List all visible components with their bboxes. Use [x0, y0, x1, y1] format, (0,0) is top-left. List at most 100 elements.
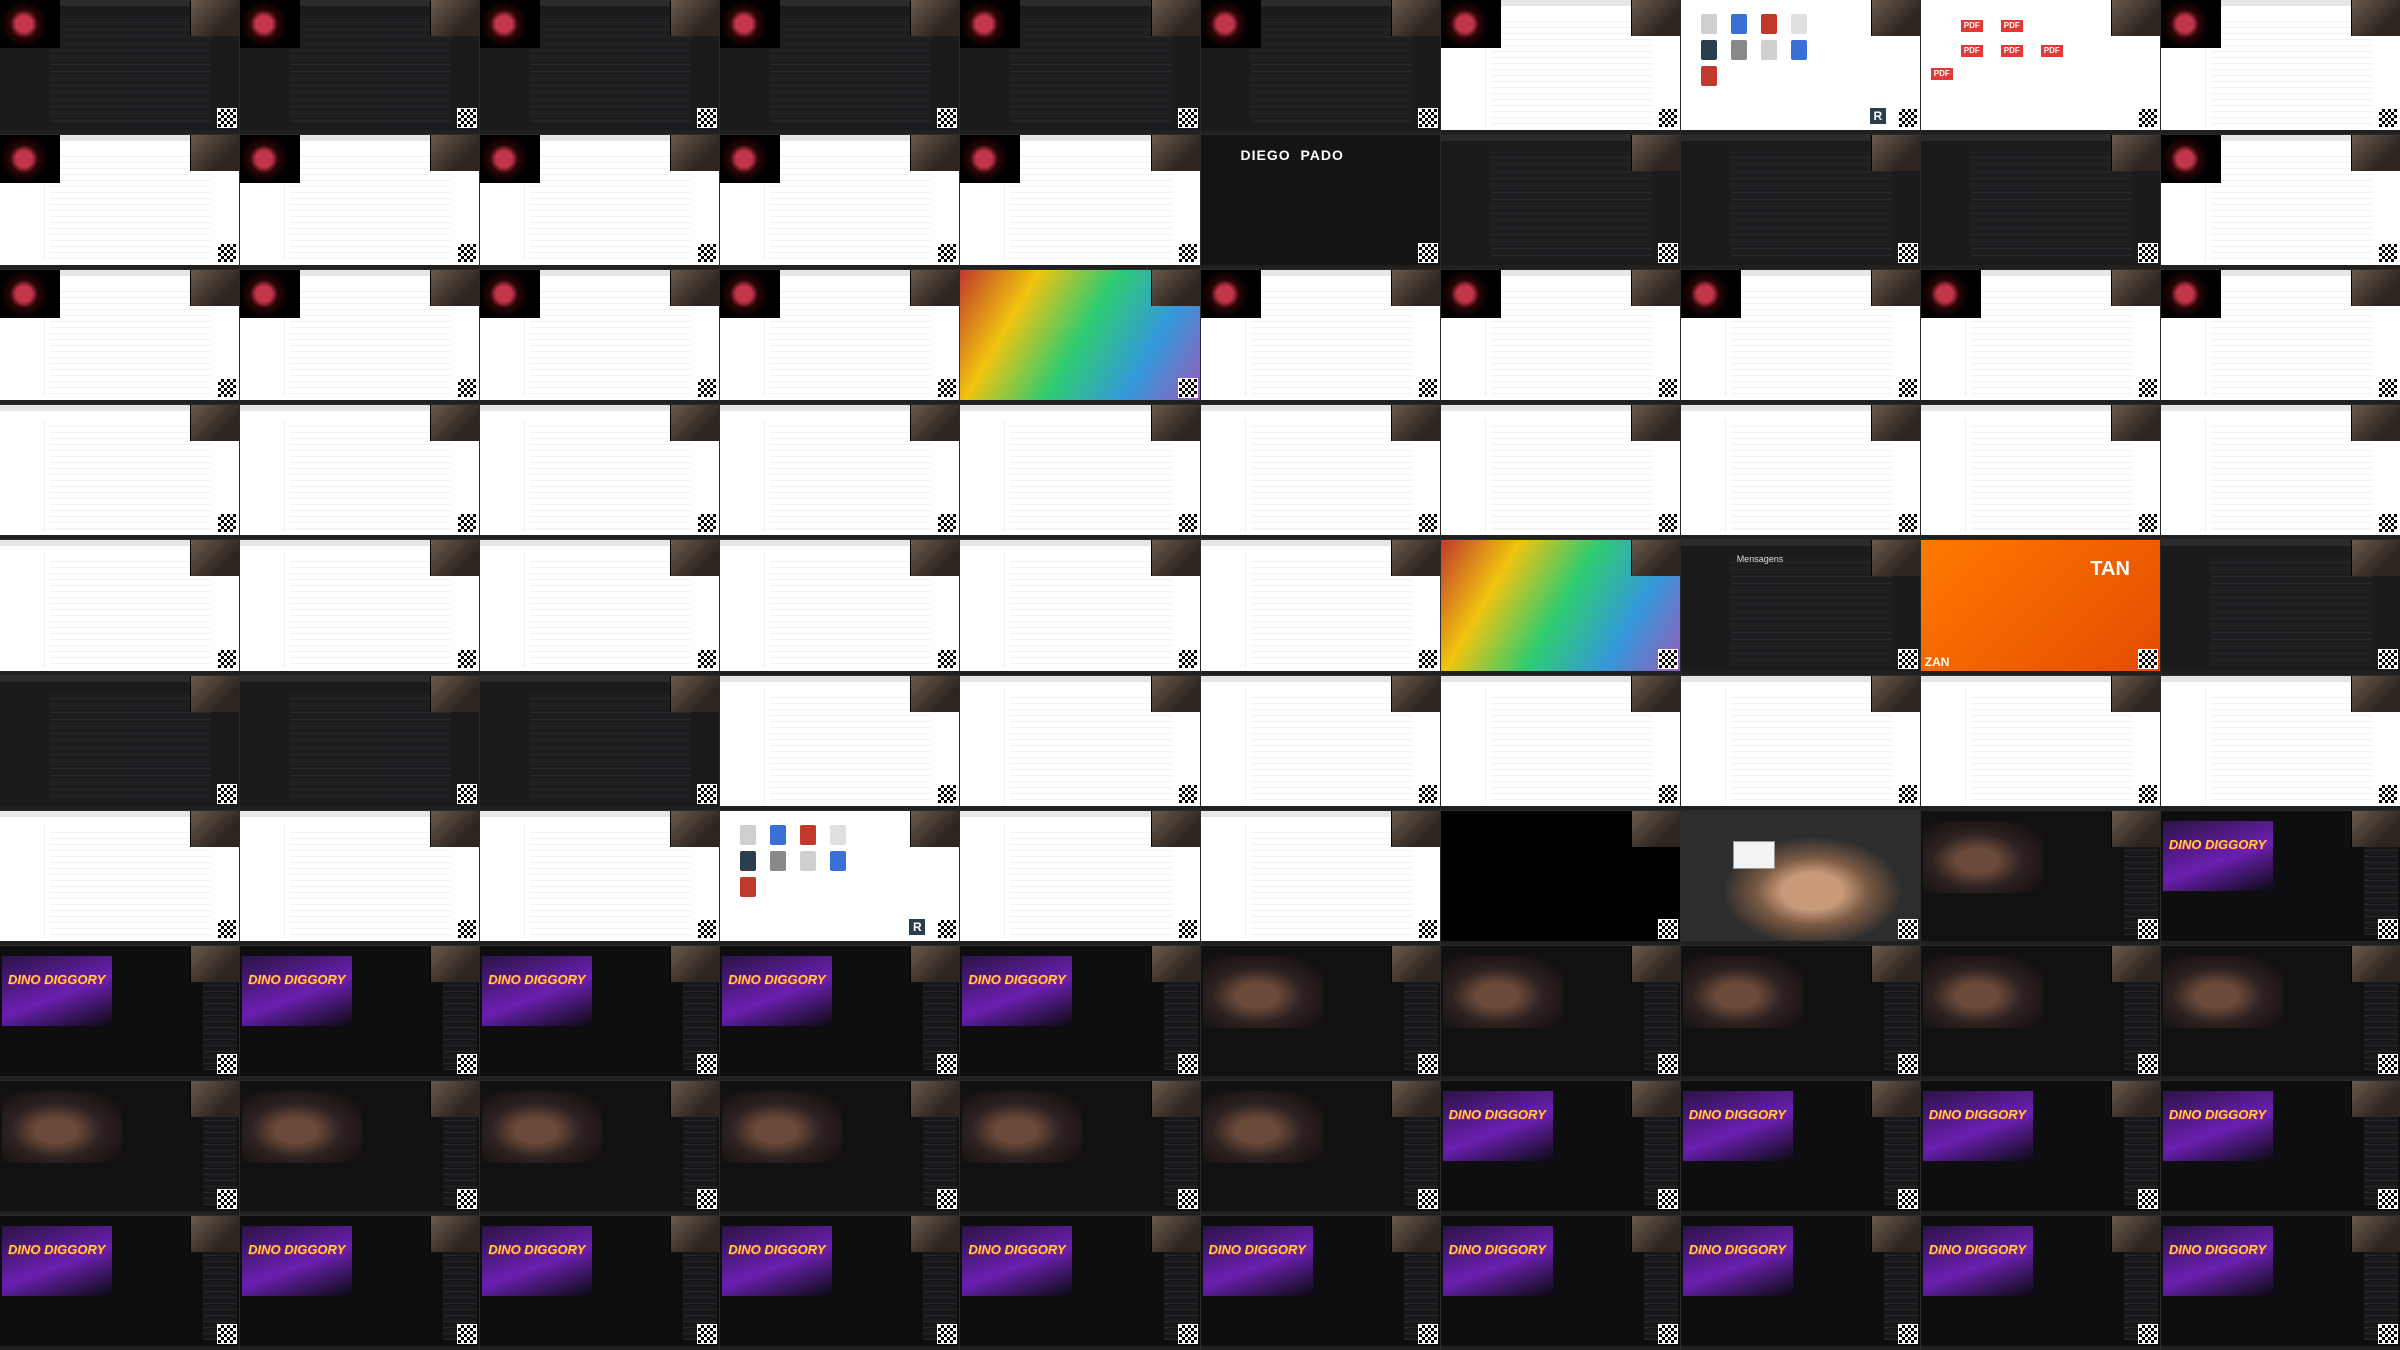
thumbnail-tile[interactable]: [1920, 270, 2160, 405]
thumbnail-tile[interactable]: [2160, 270, 2400, 405]
thumbnail-tile[interactable]: [480, 405, 720, 540]
thumbnail-tile[interactable]: [1920, 945, 2160, 1080]
thumbnail-tile[interactable]: [0, 1080, 240, 1215]
thumbnail-tile[interactable]: [0, 540, 240, 675]
thumbnail-tile[interactable]: [0, 270, 240, 405]
thumbnail-tile[interactable]: [720, 1080, 960, 1215]
thumbnail-tile[interactable]: [1920, 405, 2160, 540]
thumbnail-tile[interactable]: DINO DIGGORY: [1440, 1080, 1680, 1215]
thumbnail-tile[interactable]: DINO DIGGORY: [2160, 810, 2400, 945]
thumbnail-tile[interactable]: DINO DIGGORY: [1920, 1215, 2160, 1350]
thumbnail-tile[interactable]: [720, 405, 960, 540]
thumbnail-tile[interactable]: R: [1680, 0, 1920, 135]
thumbnail-tile[interactable]: DINO DIGGORY: [1680, 1080, 1920, 1215]
thumbnail-tile[interactable]: DINO DIGGORY: [2160, 1215, 2400, 1350]
thumbnail-tile[interactable]: [240, 0, 480, 135]
thumbnail-tile[interactable]: [240, 270, 480, 405]
thumbnail-tile[interactable]: [960, 270, 1200, 405]
thumbnail-tile[interactable]: [480, 675, 720, 810]
thumbnail-tile[interactable]: DINO DIGGORY: [1440, 1215, 1680, 1350]
thumbnail-tile[interactable]: [720, 675, 960, 810]
thumbnail-tile[interactable]: [480, 1080, 720, 1215]
thumbnail-tile[interactable]: [1440, 540, 1680, 675]
thumbnail-tile[interactable]: [2160, 675, 2400, 810]
thumbnail-tile[interactable]: DINO DIGGORY: [1920, 1080, 2160, 1215]
thumbnail-tile[interactable]: [960, 1080, 1200, 1215]
thumbnail-tile[interactable]: [720, 0, 960, 135]
thumbnail-tile[interactable]: [480, 135, 720, 270]
thumbnail-tile[interactable]: [1200, 270, 1440, 405]
thumbnail-tile[interactable]: DINO DIGGORY: [960, 1215, 1200, 1350]
thumbnail-tile[interactable]: DINO DIGGORY: [960, 945, 1200, 1080]
thumbnail-tile[interactable]: [1200, 405, 1440, 540]
thumbnail-tile[interactable]: [1680, 270, 1920, 405]
thumbnail-tile[interactable]: [1680, 675, 1920, 810]
thumbnail-tile[interactable]: [720, 270, 960, 405]
thumbnail-tile[interactable]: DINO DIGGORY: [480, 1215, 720, 1350]
thumbnail-tile[interactable]: [960, 405, 1200, 540]
thumbnail-tile[interactable]: [2160, 135, 2400, 270]
thumbnail-tile[interactable]: [1200, 810, 1440, 945]
thumbnail-tile[interactable]: [0, 810, 240, 945]
thumbnail-tile[interactable]: [0, 405, 240, 540]
thumbnail-tile[interactable]: [2160, 540, 2400, 675]
thumbnail-tile[interactable]: Mensagens: [1680, 540, 1920, 675]
thumbnail-tile[interactable]: [960, 810, 1200, 945]
thumbnail-tile[interactable]: DIEGO PADO: [1200, 135, 1440, 270]
thumbnail-tile[interactable]: [2160, 405, 2400, 540]
thumbnail-tile[interactable]: [480, 270, 720, 405]
thumbnail-tile[interactable]: DINO DIGGORY: [2160, 1080, 2400, 1215]
thumbnail-tile[interactable]: [240, 405, 480, 540]
thumbnail-tile[interactable]: [1440, 270, 1680, 405]
thumbnail-tile[interactable]: [240, 675, 480, 810]
thumbnail-tile[interactable]: [1440, 405, 1680, 540]
thumbnail-tile[interactable]: [240, 135, 480, 270]
thumbnail-tile[interactable]: [1440, 810, 1680, 945]
thumbnail-tile[interactable]: [1680, 810, 1920, 945]
thumbnail-tile[interactable]: DINO DIGGORY: [240, 945, 480, 1080]
thumbnail-tile[interactable]: DINO DIGGORY: [720, 945, 960, 1080]
thumbnail-tile[interactable]: [480, 540, 720, 675]
thumbnail-tile[interactable]: [960, 135, 1200, 270]
thumbnail-tile[interactable]: DINO DIGGORY: [480, 945, 720, 1080]
thumbnail-tile[interactable]: [1200, 1080, 1440, 1215]
thumbnail-tile[interactable]: PDF PDF PDF PDF PDF PDF: [1920, 0, 2160, 135]
thumbnail-tile[interactable]: [1680, 405, 1920, 540]
thumbnail-tile[interactable]: [960, 675, 1200, 810]
thumbnail-tile[interactable]: [240, 1080, 480, 1215]
thumbnail-tile[interactable]: [1920, 675, 2160, 810]
thumbnail-tile[interactable]: [1200, 675, 1440, 810]
thumbnail-tile[interactable]: [0, 675, 240, 810]
thumbnail-tile[interactable]: [1680, 135, 1920, 270]
thumbnail-tile[interactable]: [1200, 0, 1440, 135]
thumbnail-tile[interactable]: R: [720, 810, 960, 945]
thumbnail-tile[interactable]: [1440, 0, 1680, 135]
thumbnail-tile[interactable]: DINO DIGGORY: [0, 1215, 240, 1350]
thumbnail-tile[interactable]: [1200, 540, 1440, 675]
thumbnail-tile[interactable]: [240, 540, 480, 675]
thumbnail-tile[interactable]: [1920, 810, 2160, 945]
thumbnail-tile[interactable]: DINO DIGGORY: [720, 1215, 960, 1350]
thumbnail-tile[interactable]: [1920, 135, 2160, 270]
thumbnail-tile[interactable]: DINO DIGGORY: [0, 945, 240, 1080]
thumbnail-tile[interactable]: [1200, 945, 1440, 1080]
thumbnail-tile[interactable]: [2160, 945, 2400, 1080]
thumbnail-tile[interactable]: [720, 540, 960, 675]
thumbnail-tile[interactable]: [480, 0, 720, 135]
thumbnail-tile[interactable]: [1440, 675, 1680, 810]
thumbnail-tile[interactable]: [0, 135, 240, 270]
thumbnail-tile[interactable]: [1440, 135, 1680, 270]
thumbnail-tile[interactable]: [1440, 945, 1680, 1080]
thumbnail-tile[interactable]: DINO DIGGORY: [240, 1215, 480, 1350]
thumbnail-tile[interactable]: [1680, 945, 1920, 1080]
thumbnail-tile[interactable]: TAN ZAN: [1920, 540, 2160, 675]
thumbnail-tile[interactable]: [480, 810, 720, 945]
thumbnail-tile[interactable]: [720, 135, 960, 270]
thumbnail-tile[interactable]: [0, 0, 240, 135]
thumbnail-tile[interactable]: [240, 810, 480, 945]
thumbnail-tile[interactable]: [960, 0, 1200, 135]
thumbnail-tile[interactable]: DINO DIGGORY: [1680, 1215, 1920, 1350]
thumbnail-tile[interactable]: DINO DIGGORY: [1200, 1215, 1440, 1350]
thumbnail-tile[interactable]: [2160, 0, 2400, 135]
thumbnail-tile[interactable]: [960, 540, 1200, 675]
